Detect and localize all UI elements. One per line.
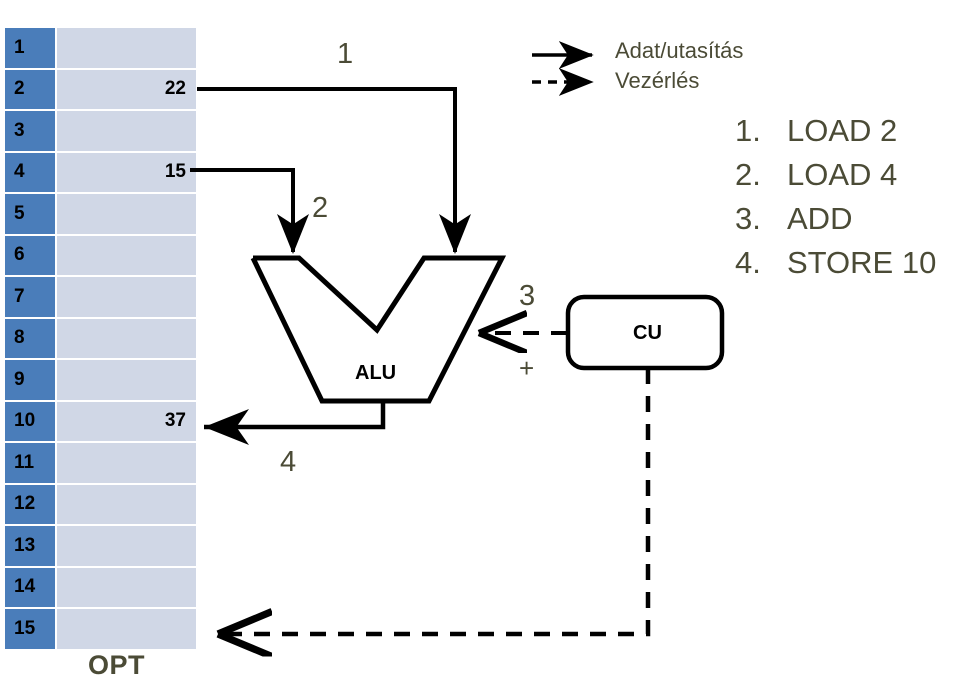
instruction-number: 1. — [735, 113, 761, 148]
step-label-3: 3 — [519, 280, 536, 312]
diagram-wires — [190, 41, 725, 697]
diagram-canvas: 1 2 22 3 4 15 5 6 7 8 9 10 37 11 12 13 1… — [0, 0, 959, 697]
instruction-number: 3. — [735, 201, 761, 236]
list-item: 4. STORE 10 — [735, 245, 936, 289]
legend: Adat/utasítás Vezérlés — [530, 38, 780, 98]
instruction-text: LOAD 2 — [787, 113, 898, 148]
list-item: 1. LOAD 2 — [735, 113, 936, 157]
instruction-text: STORE 10 — [787, 245, 937, 280]
list-item: 2. LOAD 4 — [735, 157, 936, 201]
wire-store-10 — [204, 401, 386, 445]
alu-label: ALU — [355, 362, 397, 384]
wire-load-4 — [190, 168, 309, 254]
legend-item-label: Adat/utasítás — [615, 38, 744, 63]
legend-item-control: Vezérlés — [530, 68, 780, 98]
cu-label: CU — [633, 322, 662, 344]
step-label-4: 4 — [280, 446, 297, 478]
list-item: 3. ADD — [735, 201, 936, 245]
instruction-number: 2. — [735, 157, 761, 192]
program-listing: 1. LOAD 2 2. LOAD 4 3. ADD 4. STORE 10 — [735, 113, 936, 289]
step-label-1: 1 — [337, 38, 354, 70]
instruction-number: 4. — [735, 245, 761, 280]
wire-cu-to-memory — [218, 368, 651, 634]
operation-symbol: + — [519, 353, 535, 383]
legend-item-data: Adat/utasítás — [530, 38, 780, 68]
instruction-text: ADD — [787, 201, 853, 236]
step-label-2: 2 — [312, 192, 329, 224]
legend-item-label: Vezérlés — [615, 68, 700, 93]
instruction-text: LOAD 4 — [787, 157, 898, 192]
